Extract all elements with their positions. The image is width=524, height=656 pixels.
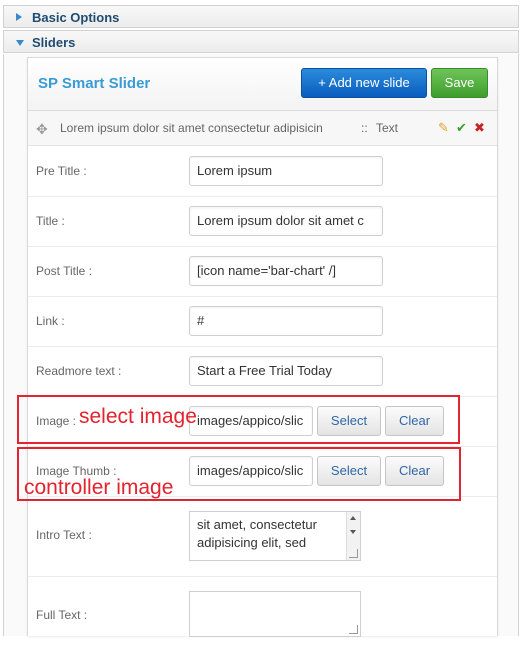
caret-down-icon <box>16 40 24 46</box>
field-row-post-title: Post Title : [icon name='bar-chart' /] <box>28 246 497 297</box>
delete-icon[interactable]: ✖ <box>474 120 485 136</box>
link-input[interactable]: # <box>189 306 383 336</box>
check-icon[interactable]: ✔ <box>456 120 467 136</box>
slide-item[interactable]: ✥ Lorem ipsum dolor sit amet consectetur… <box>28 111 497 146</box>
title-input[interactable]: Lorem ipsum dolor sit amet c <box>189 206 383 236</box>
field-label: Link : <box>36 314 65 328</box>
accordion-sliders[interactable]: Sliders <box>3 30 519 53</box>
annotation-controller-image: controller image <box>24 476 174 499</box>
field-label: Pre Title : <box>36 164 87 178</box>
add-new-slide-button[interactable]: + Add new slide <box>301 68 427 98</box>
field-label: Readmore text : <box>36 364 122 378</box>
accordion-basic-options[interactable]: Basic Options <box>3 5 519 28</box>
field-label: Full Text : <box>36 608 88 622</box>
field-row-full-text: Full Text : <box>28 576 497 656</box>
slider-header: SP Smart Slider + Add new slide Save <box>28 58 497 111</box>
post-title-input[interactable]: [icon name='bar-chart' /] <box>189 256 383 286</box>
field-label: Title : <box>36 214 65 228</box>
field-row-readmore: Readmore text : Start a Free Trial Today <box>28 346 497 397</box>
scroll-down-icon[interactable] <box>350 530 356 534</box>
field-label: Intro Text : <box>36 528 92 542</box>
resize-grip-icon[interactable] <box>349 549 358 558</box>
annotation-select-image: select image <box>79 405 197 428</box>
field-row-intro-text: Intro Text : sit amet, consectetur adipi… <box>28 496 497 577</box>
slide-type: Text <box>376 121 399 135</box>
field-row-title: Title : Lorem ipsum dolor sit amet c <box>28 196 497 247</box>
field-row-link: Link : # <box>28 296 497 347</box>
field-row-pre-title: Pre Title : Lorem ipsum <box>28 146 497 197</box>
resize-grip-icon[interactable] <box>349 625 358 634</box>
intro-text-textarea[interactable]: sit amet, consectetur adipisicing elit, … <box>189 511 361 561</box>
field-label: Post Title : <box>36 264 93 278</box>
intro-text-line: sit amet, consectetur <box>197 517 317 532</box>
accordion-label: Basic Options <box>32 10 120 25</box>
caret-right-icon <box>16 13 22 21</box>
move-icon[interactable]: ✥ <box>36 121 48 138</box>
intro-text-line: adipisicing elit, sed <box>197 535 307 550</box>
slider-panel: SP Smart Slider + Add new slide Save ✥ L… <box>27 57 498 637</box>
readmore-input[interactable]: Start a Free Trial Today <box>189 356 383 386</box>
pre-title-input[interactable]: Lorem ipsum <box>189 156 383 186</box>
slide-separator: :: <box>361 121 368 135</box>
scroll-up-icon[interactable] <box>350 516 356 520</box>
accordion-label: Sliders <box>32 35 76 50</box>
full-text-textarea[interactable] <box>189 591 361 637</box>
edit-icon[interactable]: ✎ <box>438 120 449 136</box>
slider-title: SP Smart Slider <box>38 75 151 92</box>
save-button[interactable]: Save <box>431 68 488 98</box>
slide-title: Lorem ipsum dolor sit amet consectetur a… <box>60 121 323 135</box>
